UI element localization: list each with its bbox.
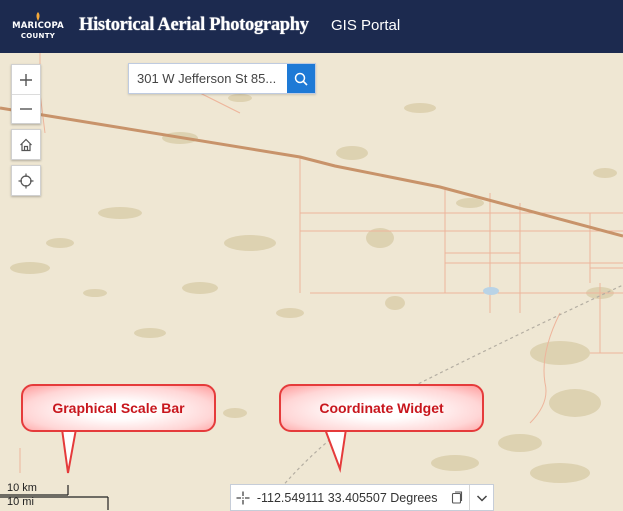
coordinate-widget-callout: Coordinate Widget (279, 384, 484, 432)
coordinate-mode-button[interactable] (231, 485, 255, 510)
home-control (11, 129, 41, 160)
crosshair-icon (18, 173, 34, 188)
plus-icon (20, 73, 32, 86)
coordinate-widget-callout-text: Coordinate Widget (319, 400, 444, 416)
expand-button[interactable] (469, 485, 493, 510)
address-search (128, 63, 316, 94)
flame-icon (36, 12, 40, 21)
basemap (0, 53, 623, 511)
zoom-out-button[interactable] (12, 94, 40, 123)
home-icon (20, 138, 32, 151)
copy-button[interactable] (445, 485, 469, 510)
locate-control (11, 165, 41, 196)
scale-bar-callout: Graphical Scale Bar (21, 384, 216, 432)
county-logo[interactable]: MARICOPA COUNTY (12, 12, 64, 42)
search-button[interactable] (287, 64, 315, 93)
copy-icon (452, 491, 463, 504)
scale-mi-label: 10 mi (7, 496, 34, 508)
scale-bar-callout-text: Graphical Scale Bar (52, 400, 185, 416)
search-icon (294, 72, 308, 86)
scale-bar: 10 km 10 mi (0, 482, 110, 511)
logo-line1: MARICOPA (12, 21, 64, 31)
search-input[interactable] (129, 64, 287, 93)
app-header: MARICOPA COUNTY Historical Aerial Photog… (0, 0, 623, 53)
locate-button[interactable] (12, 166, 40, 195)
scale-km-label: 10 km (7, 482, 37, 494)
logo-line2: COUNTY (20, 32, 56, 40)
crosshair-icon (236, 491, 250, 504)
home-button[interactable] (12, 130, 40, 159)
zoom-in-button[interactable] (12, 65, 40, 94)
gis-portal-link[interactable]: GIS Portal (331, 17, 400, 34)
minus-icon (20, 108, 32, 110)
zoom-controls (11, 64, 41, 124)
coordinate-readout: -112.549111 33.405507 Degrees (256, 490, 438, 505)
map-view[interactable]: Graphical Scale Bar Coordinate Widget 10… (0, 53, 623, 511)
chevron-down-icon (476, 494, 487, 502)
coordinate-widget: -112.549111 33.405507 Degrees (230, 484, 494, 511)
app-title: Historical Aerial Photography (79, 15, 309, 35)
